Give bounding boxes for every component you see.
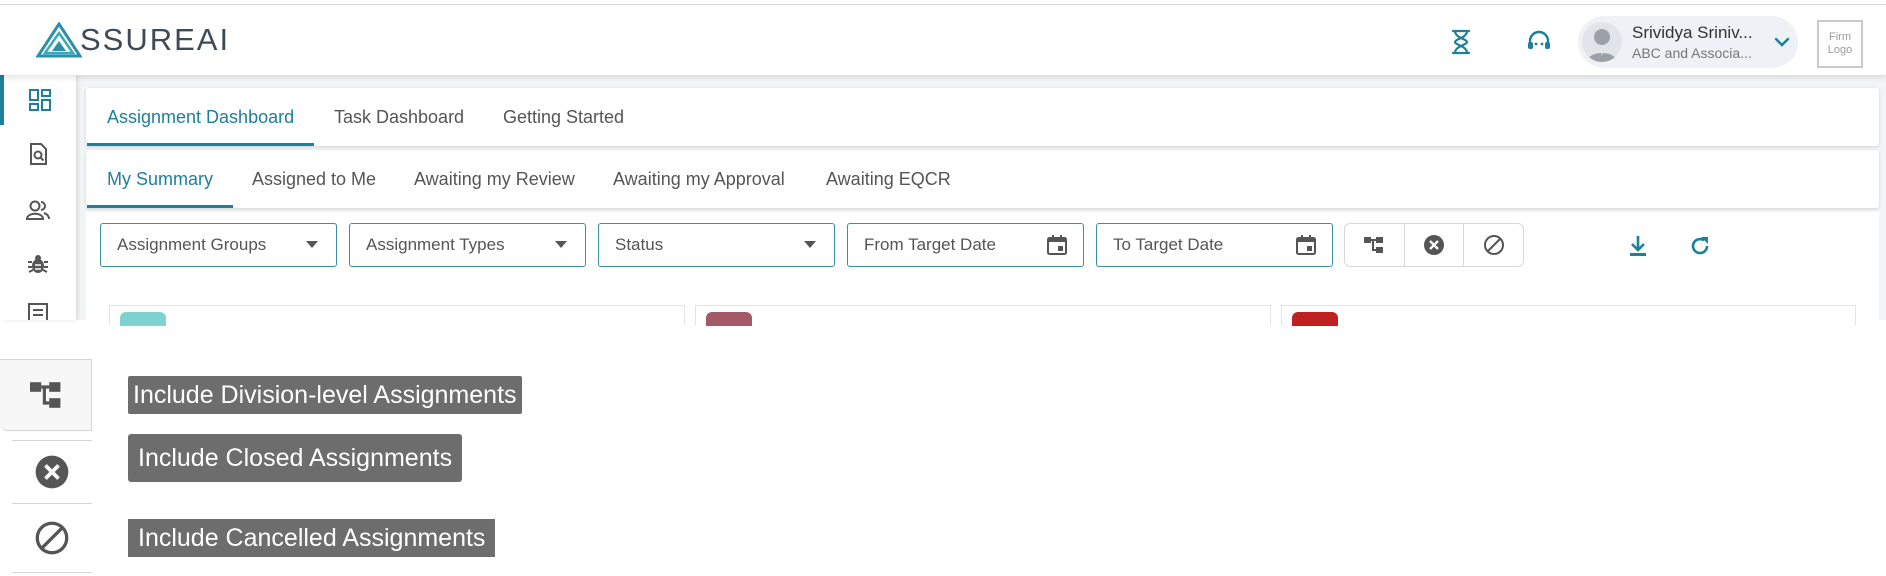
hierarchy-icon: [1364, 237, 1384, 253]
assignment-groups-select[interactable]: Assignment Groups: [100, 223, 337, 267]
from-target-date-field[interactable]: From Target Date: [847, 223, 1084, 267]
summary-card: [109, 305, 685, 326]
avatar: [1582, 22, 1622, 62]
include-cancelled-toggle[interactable]: [1464, 224, 1523, 266]
sidebar-item-list[interactable]: [0, 289, 76, 320]
app-logo[interactable]: SSUREAI: [36, 19, 230, 61]
document-search-icon: [30, 143, 47, 165]
subtab-assigned-to-me[interactable]: Assigned to Me: [252, 150, 376, 208]
tab-assignment-dashboard[interactable]: Assignment Dashboard: [86, 88, 315, 146]
user-org: ABC and Associa...: [1632, 45, 1752, 61]
status-select[interactable]: Status: [598, 223, 835, 267]
refresh-button[interactable]: [1684, 230, 1716, 262]
include-division-toggle[interactable]: [1345, 224, 1405, 266]
firm-logo: Firm Logo: [1817, 20, 1863, 68]
download-button[interactable]: [1622, 230, 1654, 262]
user-name: Srividya Sriniv...: [1632, 23, 1753, 42]
sidebar-item-users[interactable]: [0, 185, 76, 235]
legend-division-button[interactable]: [0, 359, 92, 431]
to-target-date-field[interactable]: To Target Date: [1096, 223, 1333, 267]
tab-task-dashboard[interactable]: Task Dashboard: [334, 88, 464, 146]
sidebar-item-bug[interactable]: [0, 239, 76, 289]
app-header: SSUREAI Srividya Sriniv... ABC and Assoc…: [0, 5, 1886, 75]
subtab-awaiting-review[interactable]: Awaiting my Review: [414, 150, 575, 208]
card-pill: [706, 312, 752, 326]
card-pill: [120, 312, 166, 326]
close-circle-icon: [35, 455, 69, 488]
hierarchy-icon: [29, 382, 60, 408]
calendar-icon[interactable]: [1294, 233, 1318, 257]
chevron-down-icon[interactable]: [1772, 32, 1792, 52]
dashboard-tabs: Assignment Dashboard Task Dashboard Gett…: [86, 88, 1879, 146]
summary-card: [1281, 305, 1856, 326]
logo-text: SSUREAI: [80, 22, 231, 57]
legend-cancelled-button[interactable]: [12, 503, 92, 573]
include-toggle-group: [1344, 223, 1524, 267]
tab-getting-started[interactable]: Getting Started: [503, 88, 624, 146]
subtab-my-summary[interactable]: My Summary: [86, 150, 234, 208]
sidebar: [0, 75, 76, 320]
subtab-awaiting-eqcr[interactable]: Awaiting EQCR: [826, 150, 951, 208]
list-icon: [28, 303, 48, 320]
dashboard-icon: [29, 89, 51, 111]
summary-card: [695, 305, 1271, 326]
cancel-icon: [35, 521, 69, 555]
legend-closed-button[interactable]: [12, 440, 92, 502]
refresh-icon: [1691, 237, 1709, 255]
bug-icon: [28, 255, 48, 273]
caret-down-icon: [804, 241, 816, 248]
include-closed-toggle[interactable]: [1405, 224, 1465, 266]
download-icon: [1630, 236, 1646, 256]
caret-down-icon: [555, 241, 567, 248]
support-headset-icon[interactable]: [1524, 27, 1554, 57]
logo-triangle-icon: [36, 22, 82, 58]
sidebar-item-document-search[interactable]: [0, 129, 76, 179]
tooltip-division: Include Division-level Assignments: [128, 376, 522, 414]
subtab-awaiting-approval[interactable]: Awaiting my Approval: [613, 150, 785, 208]
tooltip-cancelled: Include Cancelled Assignments: [128, 519, 496, 557]
summary-subtabs: My Summary Assigned to Me Awaiting my Re…: [86, 150, 1879, 208]
calendar-icon[interactable]: [1045, 233, 1069, 257]
filter-bar: Assignment Groups Assignment Types Statu…: [86, 212, 1879, 326]
cancel-icon: [1483, 235, 1504, 255]
hourglass-icon[interactable]: [1446, 27, 1476, 57]
tooltip-closed: Include Closed Assignments: [128, 434, 463, 482]
assignment-types-select[interactable]: Assignment Types: [349, 223, 586, 267]
sidebar-item-dashboard[interactable]: [0, 75, 76, 125]
caret-down-icon: [306, 241, 318, 248]
card-pill: [1292, 312, 1338, 326]
user-menu[interactable]: Srividya Sriniv... ABC and Associa...: [1578, 16, 1798, 68]
close-circle-icon: [1424, 235, 1444, 255]
users-icon: [25, 200, 50, 220]
